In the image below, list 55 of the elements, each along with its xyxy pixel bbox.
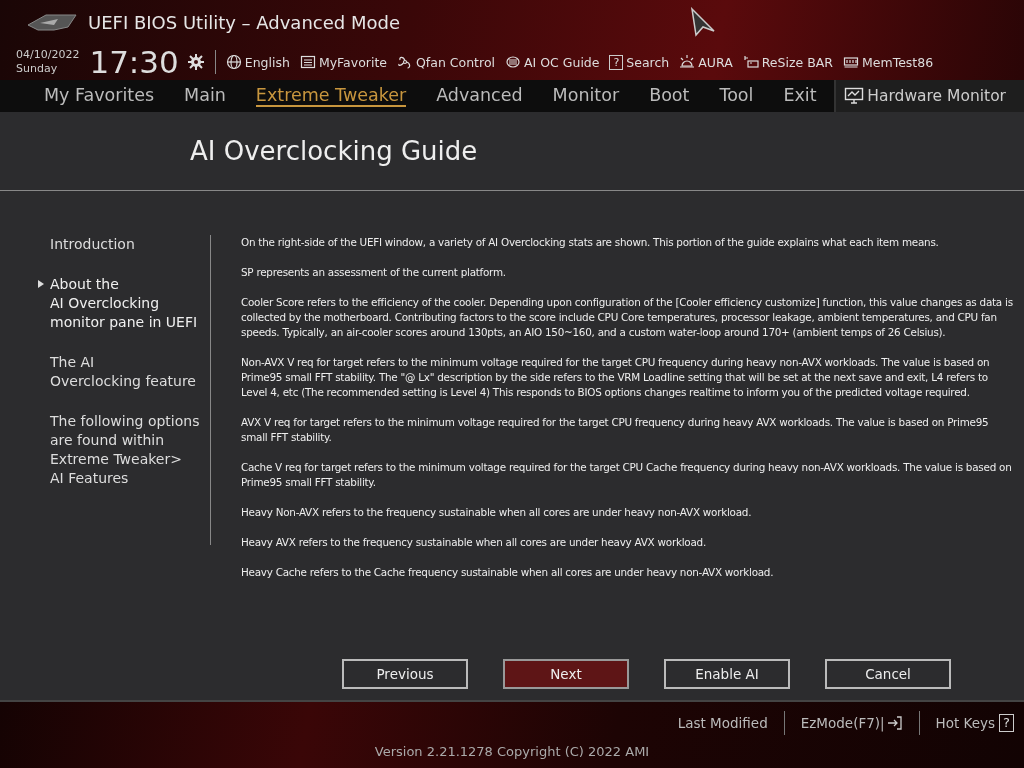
guide-paragraph: Cooler Score refers to the efficiency of the cooler. Depending upon configuration of the [Cooler efficiency customize] function, this value changes as data is collected by the motherboard. Contributing factors to the score include CPU Core temperatures, processor leakage, ambient temperatures, and CPU fan speeds. Typically, an air-cooler scores around 130pts, an AIO 150~160, and a custom water-loop around 170+ (ambient temps of 26 Celsius). [241,295,1013,340]
toolbar-link[interactable]: English [244,54,290,70]
help-box-icon: ? [999,714,1014,732]
guide-paragraph: Cache V req for target refers to the minimum voltage required for the target CPU Cache frequency during heavy non-AVX workloads. The value is based on Prime95 small FFT stability. [241,460,1013,490]
guide-nav-item[interactable]: Introduction [50,235,135,254]
guide-nav-item[interactable]: The AI Overclocking feature [50,353,196,391]
guide-paragraph: On the right-side of the UEFI window, a variety of AI Overclocking stats are shown. This portion of the guide explains what each item means. [241,235,940,250]
cursor-icon [689,7,716,37]
guide-paragraph: Heavy Non-AVX refers to the frequency sustainable when all cores are under heavy non-AVX workload. [241,505,753,520]
menu-tab[interactable]: My Favorites [44,85,155,107]
day-text: Sunday [16,62,59,76]
menu-tab[interactable]: Exit [783,85,817,107]
monitor-icon [844,87,865,105]
exit-arrow-icon [886,715,903,731]
menu-tab[interactable]: Monitor [552,85,620,107]
menu-tab[interactable]: Extreme Tweaker [255,85,407,107]
toolbar-link[interactable]: MyFavorite [318,54,388,70]
toolbar-link[interactable]: AI OC Guide [524,54,600,70]
menu-tab[interactable]: Tool [719,85,754,107]
chip-icon [505,54,521,70]
dialog-button[interactable]: Next [503,659,629,689]
toolbar-link[interactable]: AURA [698,54,733,70]
memory-icon [843,54,859,70]
version-text: Version 2.21.1278 Copyright (C) 2022 AMI [374,744,650,759]
list-icon [299,54,316,70]
guide-nav-item[interactable]: About the AI Overclocking monitor pane in UEFI [50,275,198,332]
ezmode-link[interactable]: EzMode(F7)| [800,715,885,731]
dialog-button[interactable]: Enable AI [664,659,790,689]
guide-nav-item[interactable]: The following options are found within Extreme Tweaker> AI Features [50,412,200,488]
toolbar-link[interactable]: ReSize BAR [761,54,833,70]
gear-icon [186,53,205,71]
toolbar-link[interactable]: Qfan Control [416,54,495,70]
menu-tab[interactable]: Main [184,85,226,107]
dialog-button[interactable]: Previous [342,659,468,689]
guide-title: AI Overclocking Guide [190,136,478,166]
globe-icon [225,54,242,70]
help-box-icon: ? [609,54,624,70]
guide-paragraph: Heavy AVX refers to the frequency sustainable when all cores are under heavy AVX workload. [241,535,707,550]
light-icon [679,54,696,70]
date-text: 04/10/2022 [16,48,80,62]
hardware-monitor-tab[interactable]: Hardware Monitor [834,80,1024,112]
dialog-button[interactable]: Cancel [825,659,951,689]
toolbar-link[interactable]: Search [626,54,670,70]
hot-keys-link[interactable]: Hot Keys [935,715,996,731]
menu-tab[interactable]: Advanced [436,85,523,107]
toolbar-link[interactable]: MemTest86 [862,54,934,70]
last-modified-link[interactable]: Last Modified [677,715,768,731]
guide-paragraph: Non-AVX V req for target refers to the minimum voltage required for the target CPU frequency during heavy non-AVX workloads. The value is based on Prime95 small FFT stability. The "@ Lx" description by the side refers to the VRM Loadline setting that will be set at the next save and exit, L4 refers to Level 4, etc (The recommended setting is Level 4) This responds to BIOS options changes realtime to inform you of the predicted voltage required. [241,355,991,400]
menu-tab[interactable]: Boot [649,85,690,107]
app-title: UEFI BIOS Utility – Advanced Mode [88,11,400,33]
guide-paragraph: SP represents an assessment of the current platform. [241,265,507,280]
card-icon [742,54,759,70]
guide-paragraph: AVX V req for target refers to the minimum voltage required for the target CPU frequency during heavy AVX workloads. The value is based on Prime95 small FFT stability. [241,415,990,445]
guide-paragraph: Heavy Cache refers to the Cache frequency sustainable when all cores are under heavy non-AVX workload. [241,565,775,580]
clock-time: 17:30 [89,44,179,80]
